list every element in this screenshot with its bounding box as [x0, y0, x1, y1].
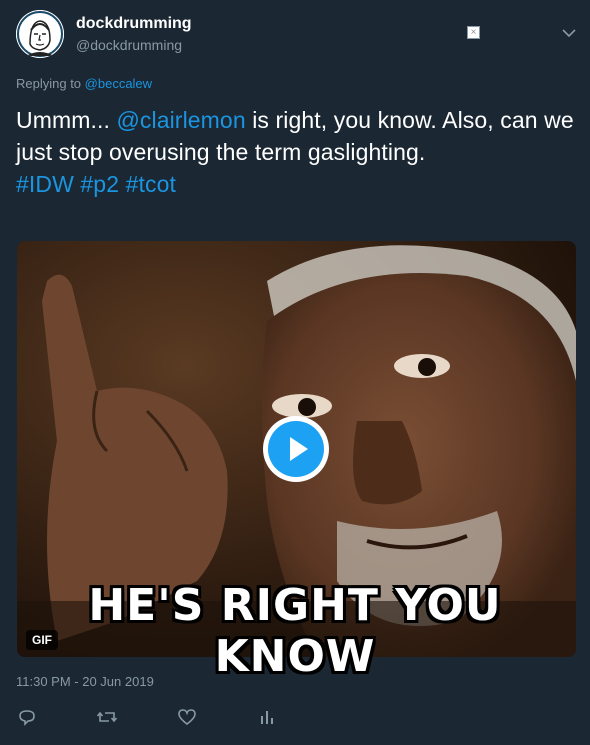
play-icon: [290, 437, 308, 461]
play-button-circle: [268, 421, 324, 477]
hashtag-link[interactable]: #p2: [80, 171, 119, 197]
replying-to-link[interactable]: @beccalew: [85, 76, 152, 91]
tweet-text: Ummm... @clairlemon is right, you know. …: [16, 104, 574, 200]
user-names: dockdrumming @dockdrumming: [76, 14, 192, 54]
gif-badge: GIF: [26, 630, 58, 650]
timestamp[interactable]: 11:30 PM - 20 Jun 2019: [16, 674, 154, 689]
avatar[interactable]: [16, 10, 64, 58]
retweet-icon[interactable]: [96, 706, 118, 728]
tweet-header: dockdrumming @dockdrumming ×: [16, 10, 576, 60]
avatar-portrait: [16, 10, 64, 58]
hashtag-link[interactable]: #tcot: [126, 171, 176, 197]
tweet-text-part1: Ummm...: [16, 107, 117, 133]
analytics-icon[interactable]: [256, 706, 278, 728]
tweet-actions: [16, 706, 316, 728]
broken-image-icon: ×: [467, 26, 480, 39]
hashtag-link[interactable]: #IDW: [16, 171, 74, 197]
chevron-down-icon[interactable]: [559, 23, 579, 43]
replying-to-label: Replying to: [16, 76, 85, 91]
replying-to: Replying to @beccalew: [16, 76, 152, 91]
reply-icon[interactable]: [16, 706, 38, 728]
display-name[interactable]: dockdrumming: [76, 14, 192, 34]
user-handle[interactable]: @dockdrumming: [76, 36, 192, 54]
gif-caption: HE'S RIGHT YOU KNOW: [88, 580, 502, 682]
mention-link[interactable]: @clairlemon: [116, 107, 245, 133]
heart-icon[interactable]: [176, 706, 198, 728]
play-button[interactable]: [263, 416, 329, 482]
